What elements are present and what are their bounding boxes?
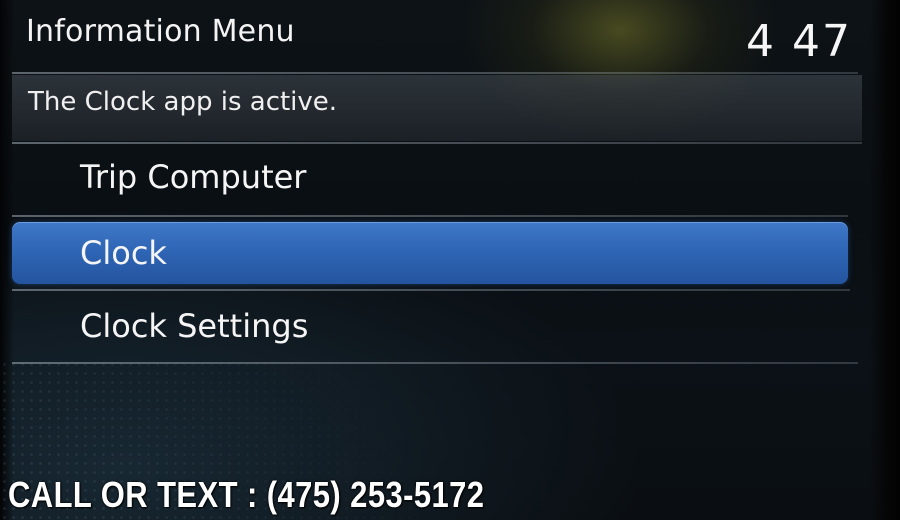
menu-item-label: Clock Settings [80, 307, 309, 345]
menu-item-label: Trip Computer [80, 158, 307, 196]
screen-bezel-right [870, 0, 900, 520]
clock-time: 4 47 [746, 16, 852, 67]
infotainment-screen: Information Menu 4 47 The Clock app is a… [0, 0, 900, 520]
status-divider [12, 142, 862, 144]
menu-divider [12, 289, 850, 291]
page-title: Information Menu [26, 14, 295, 49]
menu-item-trip-computer[interactable]: Trip Computer [12, 146, 848, 208]
menu-item-clock-settings[interactable]: Clock Settings [12, 295, 848, 357]
menu-divider [12, 215, 848, 217]
status-message: The Clock app is active. [28, 87, 338, 117]
dealer-contact-watermark: CALL OR TEXT : (475) 253-5172 [8, 474, 485, 515]
menu-item-clock[interactable]: Clock [12, 222, 848, 284]
menu-item-label: Clock [80, 234, 167, 272]
header-divider [12, 72, 858, 74]
